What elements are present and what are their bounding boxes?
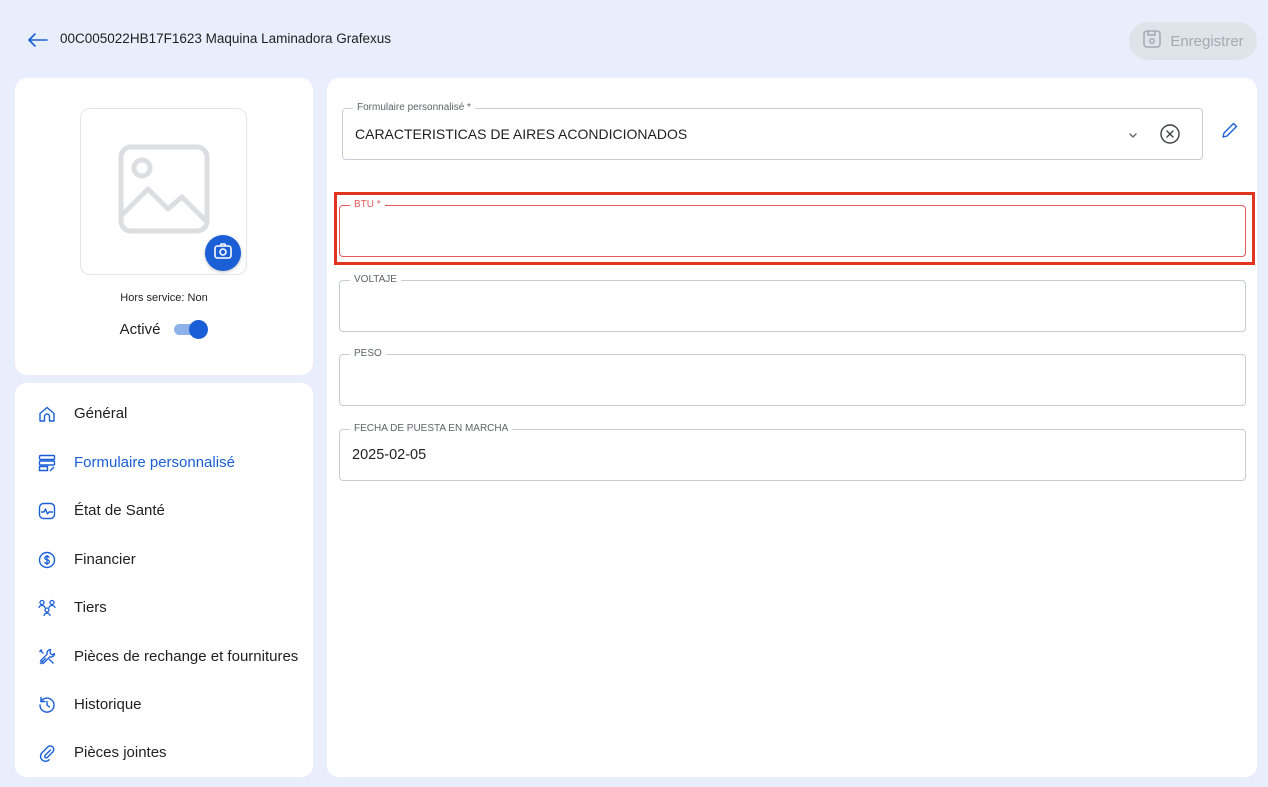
sidebar-item-financial[interactable]: Financier <box>15 540 313 580</box>
field-label: Formulaire personnalisé * <box>353 102 475 114</box>
sidebar-item-label: Formulaire personnalisé <box>74 454 235 471</box>
sidebar-item-label: Historique <box>74 696 142 713</box>
form-icon <box>37 453 57 473</box>
history-icon <box>37 695 57 715</box>
camera-button[interactable] <box>205 235 241 271</box>
active-toggle[interactable] <box>172 319 209 339</box>
back-arrow-icon[interactable] <box>26 28 50 52</box>
save-icon <box>1142 29 1162 53</box>
tools-icon <box>37 647 57 667</box>
btu-field[interactable]: BTU * <box>339 199 1246 257</box>
custom-form-panel: Formulaire personnalisé * CARACTERISTICA… <box>327 78 1257 777</box>
attachment-icon <box>37 743 57 763</box>
field-label: PESO <box>350 348 386 360</box>
save-button[interactable]: Enregistrer <box>1129 22 1257 60</box>
health-icon <box>37 501 57 521</box>
out-of-service-status: Hors service: Non <box>120 292 208 304</box>
active-label: Activé <box>119 320 161 338</box>
sidebar-nav: Général Formulaire personnalisé État de … <box>15 383 313 777</box>
toggle-knob <box>189 320 209 339</box>
voltaje-field[interactable]: VOLTAJE <box>339 274 1246 332</box>
chevron-down-icon[interactable] <box>1125 127 1141 143</box>
field-value: 2025-02-05 <box>352 447 427 463</box>
sidebar-item-label: Pièces de rechange et fournitures <box>74 648 299 665</box>
dollar-icon <box>37 550 57 570</box>
edit-pencil-icon[interactable] <box>1220 120 1240 140</box>
custom-form-select[interactable]: Formulaire personnalisé * CARACTERISTICA… <box>342 102 1203 160</box>
sidebar-item-general[interactable]: Général <box>15 394 313 434</box>
sidebar-item-label: Financier <box>74 551 136 568</box>
sidebar-item-label: État de Santé <box>74 502 165 519</box>
sidebar-item-third-parties[interactable]: Tiers <box>15 588 313 628</box>
field-label: VOLTAJE <box>350 274 401 286</box>
commissioning-date-field[interactable]: FECHA DE PUESTA EN MARCHA 2025-02-05 <box>339 423 1246 481</box>
selected-form-value: CARACTERISTICAS DE AIRES ACONDICIONADOS <box>355 126 688 142</box>
people-icon <box>37 598 57 618</box>
page-title: 00C005022HB17F1623 Maquina Laminadora Gr… <box>60 31 391 46</box>
field-label: FECHA DE PUESTA EN MARCHA <box>350 423 513 435</box>
save-label: Enregistrer <box>1170 32 1244 50</box>
sidebar-item-health[interactable]: État de Santé <box>15 491 313 531</box>
camera-icon <box>214 242 232 264</box>
sidebar-item-label: Tiers <box>74 599 107 616</box>
home-icon <box>37 404 57 424</box>
sidebar-item-label: Pièces jointes <box>74 744 167 761</box>
sidebar-item-history[interactable]: Historique <box>15 685 313 725</box>
active-row: Activé <box>15 319 313 339</box>
clear-icon[interactable] <box>1159 123 1181 145</box>
peso-field[interactable]: PESO <box>339 348 1246 406</box>
sidebar-item-spare-parts[interactable]: Pièces de rechange et fournitures <box>15 637 313 677</box>
asset-profile-card: Hors service: Non Activé <box>15 78 313 375</box>
sidebar-item-custom-form[interactable]: Formulaire personnalisé <box>15 443 313 483</box>
image-placeholder-icon <box>118 144 210 239</box>
sidebar-item-attachments[interactable]: Pièces jointes <box>15 733 313 773</box>
top-bar: 00C005022HB17F1623 Maquina Laminadora Gr… <box>0 0 1268 78</box>
sidebar-item-label: Général <box>74 405 128 422</box>
field-label: BTU * <box>350 199 385 211</box>
